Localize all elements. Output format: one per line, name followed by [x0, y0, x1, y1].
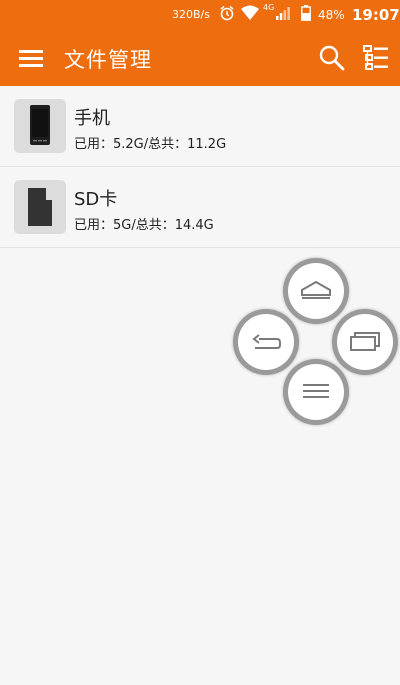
page-title: 文件管理: [64, 48, 152, 72]
storage-item-sd-card[interactable]: SD卡 已用：5G/总共：14.4G: [0, 167, 400, 248]
sd-card-icon: [14, 180, 66, 234]
alarm-icon: [219, 5, 235, 24]
battery-percent: 48%: [318, 8, 345, 22]
signal-icon: [276, 6, 290, 23]
recent-apps-button[interactable]: [332, 309, 398, 375]
battery-icon: [301, 5, 311, 24]
recent-apps-icon: [350, 332, 380, 351]
home-icon: [301, 280, 331, 299]
storage-name: 手机: [74, 108, 110, 129]
menu-icon[interactable]: [19, 47, 45, 69]
menu-lines-icon: [303, 384, 329, 398]
app-bar: 320B/s 4G 48% 19:07 文件管理: [0, 0, 400, 86]
back-icon: [252, 334, 281, 349]
storage-name: SD卡: [74, 189, 118, 210]
home-button[interactable]: [283, 258, 349, 324]
status-bar: 320B/s 4G 48% 19:07: [0, 0, 400, 30]
wifi-icon: [240, 5, 260, 24]
network-type: 4G: [263, 3, 275, 12]
search-icon[interactable]: [318, 44, 346, 72]
floating-nav-menu: [233, 258, 400, 428]
storage-usage: 已用：5G/总共：14.4G: [74, 218, 214, 233]
phone-icon: [14, 99, 66, 153]
menu-button[interactable]: [283, 359, 349, 425]
net-speed: 320B/s: [172, 8, 210, 21]
storage-item-phone[interactable]: 手机 已用：5.2G/总共：11.2G: [0, 86, 400, 167]
list-view-icon[interactable]: [362, 44, 390, 72]
clock: 19:07: [352, 6, 400, 24]
storage-usage: 已用：5.2G/总共：11.2G: [74, 137, 227, 152]
back-button[interactable]: [233, 309, 299, 375]
